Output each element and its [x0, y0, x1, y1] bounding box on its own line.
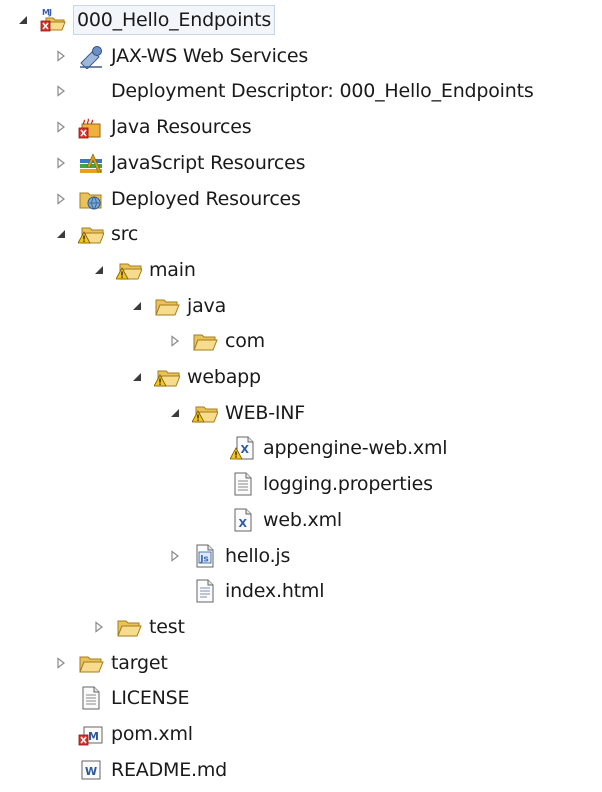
- collapsed-arrow-icon[interactable]: [54, 111, 68, 143]
- tree-item-label: Deployed Resources: [111, 187, 301, 210]
- tree-item-license[interactable]: LICENSE: [54, 682, 190, 714]
- folder-open-icon: [117, 620, 142, 637]
- folder-warning-icon: [78, 227, 104, 244]
- tree-item-hello-js[interactable]: Js hello.js: [168, 540, 290, 572]
- project-explorer-tree: M J 000_Hello_Endpoints JAX-WS Web Servi…: [0, 0, 602, 792]
- collapsed-arrow-icon[interactable]: [168, 325, 182, 357]
- folder-warning-icon: [192, 406, 218, 423]
- tree-item-target[interactable]: target: [54, 647, 168, 679]
- xml-file-icon: X: [234, 508, 252, 532]
- tree-item-label: Java Resources: [111, 116, 252, 139]
- tree-item-webapp[interactable]: webapp: [130, 361, 261, 393]
- tree-item-src[interactable]: src: [54, 218, 138, 250]
- xml-file-warning-icon: X: [230, 436, 254, 460]
- tree-item-label: index.html: [225, 580, 325, 603]
- svg-text:J: J: [48, 8, 52, 17]
- expanded-arrow-icon[interactable]: [130, 361, 144, 393]
- expanded-arrow-icon[interactable]: [16, 4, 30, 36]
- tree-item-jaxws-services[interactable]: JAX-WS Web Services: [54, 40, 308, 72]
- tree-item-label: appengine-web.xml: [263, 437, 448, 460]
- tree-item-deployed-resources[interactable]: Deployed Resources: [54, 183, 301, 215]
- collapsed-arrow-icon[interactable]: [54, 75, 68, 107]
- collapsed-arrow-icon[interactable]: [54, 40, 68, 72]
- tree-item-label: web.xml: [263, 508, 342, 531]
- expanded-arrow-icon[interactable]: [130, 290, 144, 322]
- web-services-icon: [80, 45, 102, 69]
- svg-text:W: W: [85, 765, 97, 778]
- expanded-arrow-icon[interactable]: [92, 254, 106, 286]
- tree-item-pom-xml[interactable]: M pom.xml: [54, 718, 193, 750]
- folder-open-icon: [193, 334, 218, 351]
- tree-item-main[interactable]: main: [92, 254, 196, 286]
- collapsed-arrow-icon[interactable]: [168, 540, 182, 572]
- word-file-icon: W: [81, 760, 101, 780]
- tree-item-label: pom.xml: [111, 723, 193, 745]
- expanded-arrow-icon[interactable]: [54, 218, 68, 250]
- folder-open-icon: [155, 299, 180, 316]
- collapsed-arrow-icon[interactable]: [54, 147, 68, 179]
- tree-item-deployment-descriptor[interactable]: Deployment Descriptor: 000_Hello_Endpoin…: [54, 75, 534, 107]
- blank-icon: [78, 78, 104, 104]
- collapsed-arrow-icon[interactable]: [54, 647, 68, 679]
- svg-text:X: X: [241, 443, 250, 456]
- tree-item-appengine-web-xml[interactable]: X appengine-web.xml: [206, 432, 448, 464]
- tree-item-readme-md[interactable]: W README.md: [54, 754, 227, 786]
- folder-open-icon: [79, 656, 104, 673]
- svg-text:Js: Js: [199, 554, 208, 564]
- deployed-resources-icon: [79, 192, 102, 209]
- tree-item-logging-properties[interactable]: logging.properties: [206, 468, 433, 500]
- tree-item-label: logging.properties: [263, 473, 433, 496]
- tree-item-web-xml[interactable]: Xweb.xml: [206, 504, 342, 536]
- tree-item-label: webapp: [187, 366, 261, 388]
- collapsed-arrow-icon[interactable]: [92, 611, 106, 643]
- tree-item-label: test: [149, 615, 185, 638]
- text-file-icon: [82, 686, 100, 710]
- tree-item-label: JAX-WS Web Services: [111, 44, 309, 67]
- java-resources-icon: [78, 118, 101, 139]
- tree-item-javascript-resources[interactable]: JavaScript Resources: [54, 147, 306, 179]
- tree-item-label: java: [187, 294, 227, 317]
- svg-text:M: M: [88, 730, 99, 743]
- tree-item-label: hello.js: [225, 544, 291, 567]
- tree-item-index-html[interactable]: index.html: [168, 575, 325, 607]
- tree-item-label: WEB-INF: [225, 401, 306, 424]
- collapsed-arrow-icon[interactable]: [54, 183, 68, 215]
- svg-text:X: X: [239, 517, 248, 530]
- tree-item-root-project[interactable]: M J 000_Hello_Endpoints: [16, 4, 276, 36]
- tree-item-label: JavaScript Resources: [111, 151, 306, 174]
- javascript-resources-icon: [80, 153, 102, 173]
- js-file-icon: Js: [196, 544, 214, 567]
- tree-item-test[interactable]: test: [92, 611, 185, 643]
- tree-item-label: README.md: [111, 758, 228, 781]
- maven-pom-error-icon: M: [78, 726, 103, 746]
- tree-item-web-inf[interactable]: WEB-INF: [168, 397, 305, 429]
- tree-item-label: LICENSE: [111, 687, 190, 710]
- tree-item-label: target: [111, 651, 168, 674]
- tree-item-label: 000_Hello_Endpoints: [73, 5, 276, 35]
- tree-item-label: Deployment Descriptor: 000_Hello_Endpoin…: [111, 80, 534, 103]
- tree-item-com[interactable]: com: [168, 325, 265, 357]
- tree-item-java-resources[interactable]: Java Resources: [54, 111, 252, 143]
- text-file-icon: [234, 472, 252, 496]
- tree-item-label: main: [149, 258, 196, 281]
- folder-warning-icon: [154, 370, 180, 387]
- tree-item-java[interactable]: java: [130, 290, 226, 322]
- html-file-icon: [196, 579, 214, 603]
- maven-project-icon: M J: [40, 8, 66, 32]
- folder-warning-icon: [116, 263, 142, 280]
- expanded-arrow-icon[interactable]: [168, 397, 182, 429]
- tree-item-label: src: [111, 223, 139, 246]
- tree-item-label: com: [225, 330, 265, 353]
